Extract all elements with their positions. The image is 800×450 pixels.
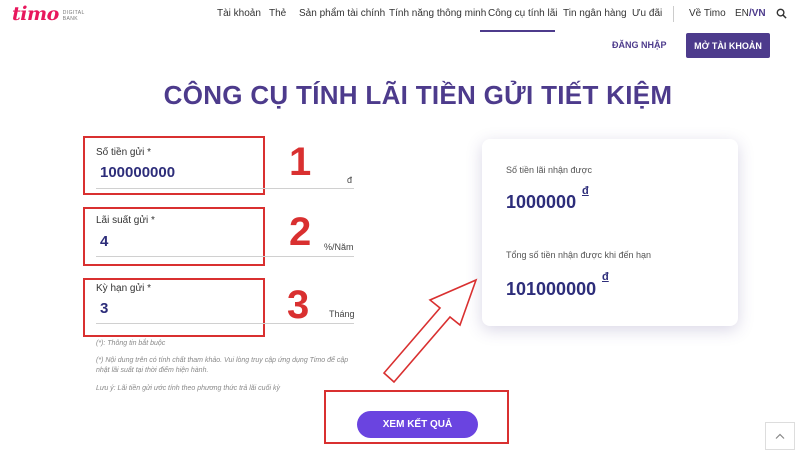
nav-item-tin-ngan-hang[interactable]: Tin ngân hàng — [563, 8, 627, 19]
rate-input[interactable] — [100, 233, 260, 250]
rate-label: Lãi suất gửi * — [96, 215, 155, 226]
page-title: CÔNG CỤ TÍNH LÃI TIỀN GỬI TIẾT KIỆM — [163, 80, 673, 110]
open-account-button[interactable]: MỞ TÀI KHOẢN — [686, 33, 770, 58]
step-marker-1: 1 — [289, 140, 312, 184]
nav-item-tai-khoan[interactable]: Tài khoản — [217, 8, 261, 19]
term-unit: Tháng — [329, 309, 355, 319]
site-header: timo DIGITAL BANK Tài khoản Thẻ Sản phẩm… — [0, 0, 800, 66]
deposit-label: Số tiền gửi * — [96, 147, 152, 158]
nav-item-san-pham[interactable]: Sản phẩm tài chính — [299, 8, 385, 19]
interest-value: 1000000 — [506, 192, 577, 212]
search-icon[interactable] — [776, 8, 787, 19]
result-card: Số tiền lãi nhận được 1000000 đ Tổng số … — [482, 139, 738, 326]
total-value: 101000000 — [506, 279, 597, 299]
nav-item-the[interactable]: Thẻ — [269, 8, 286, 19]
term-field: Kỳ hạn gửi * Tháng — [96, 283, 355, 325]
deposit-input[interactable] — [100, 164, 260, 181]
term-underline — [96, 323, 354, 324]
note-interest-method: Lưu ý: Lãi tiền gửi ước tính theo phương… — [96, 385, 280, 392]
language-switch[interactable]: EN/VN — [735, 8, 766, 19]
nav-item-tinh-nang[interactable]: Tính năng thông minh — [389, 8, 486, 19]
arrow-up-right-icon — [382, 278, 478, 384]
active-nav-indicator — [480, 30, 555, 32]
main-nav: Tài khoản Thẻ Sản phẩm tài chính Tính nă… — [0, 0, 800, 30]
interest-label: Số tiền lãi nhận được — [506, 165, 592, 175]
deposit-field: Số tiền gửi * đ — [96, 147, 354, 189]
term-label: Kỳ hạn gửi * — [96, 283, 152, 294]
deposit-unit: đ — [347, 175, 353, 185]
note-reference: (*) Nội dung trên có tính chất tham khảo… — [96, 357, 349, 374]
step-marker-2: 2 — [289, 210, 312, 254]
total-label: Tổng số tiền nhận được khi đến hạn — [506, 250, 652, 260]
view-result-button[interactable]: XEM KẾT QUẢ — [357, 411, 478, 438]
scroll-to-top-button[interactable] — [765, 422, 795, 450]
note-required: (*): Thông tin bắt buộc — [96, 340, 166, 347]
total-currency: đ — [602, 271, 609, 283]
nav-item-ve-timo[interactable]: Về Timo — [689, 8, 726, 19]
rate-field: Lãi suất gửi * %/Năm — [96, 215, 354, 257]
interest-currency: đ — [582, 185, 589, 197]
step-marker-3: 3 — [287, 283, 310, 327]
lang-vn[interactable]: VN — [752, 8, 766, 19]
deposit-underline — [96, 188, 354, 189]
login-button[interactable]: ĐĂNG NHẬP — [612, 40, 667, 50]
term-input[interactable] — [100, 300, 260, 317]
rate-underline — [96, 256, 354, 257]
nav-item-cong-cu[interactable]: Công cụ tính lãi — [488, 8, 558, 19]
rate-unit: %/Năm — [324, 242, 354, 252]
lang-en[interactable]: EN — [735, 8, 749, 19]
chevron-up-icon — [775, 433, 785, 439]
nav-item-uu-dai[interactable]: Ưu đãi — [632, 8, 662, 19]
nav-divider — [673, 6, 674, 22]
